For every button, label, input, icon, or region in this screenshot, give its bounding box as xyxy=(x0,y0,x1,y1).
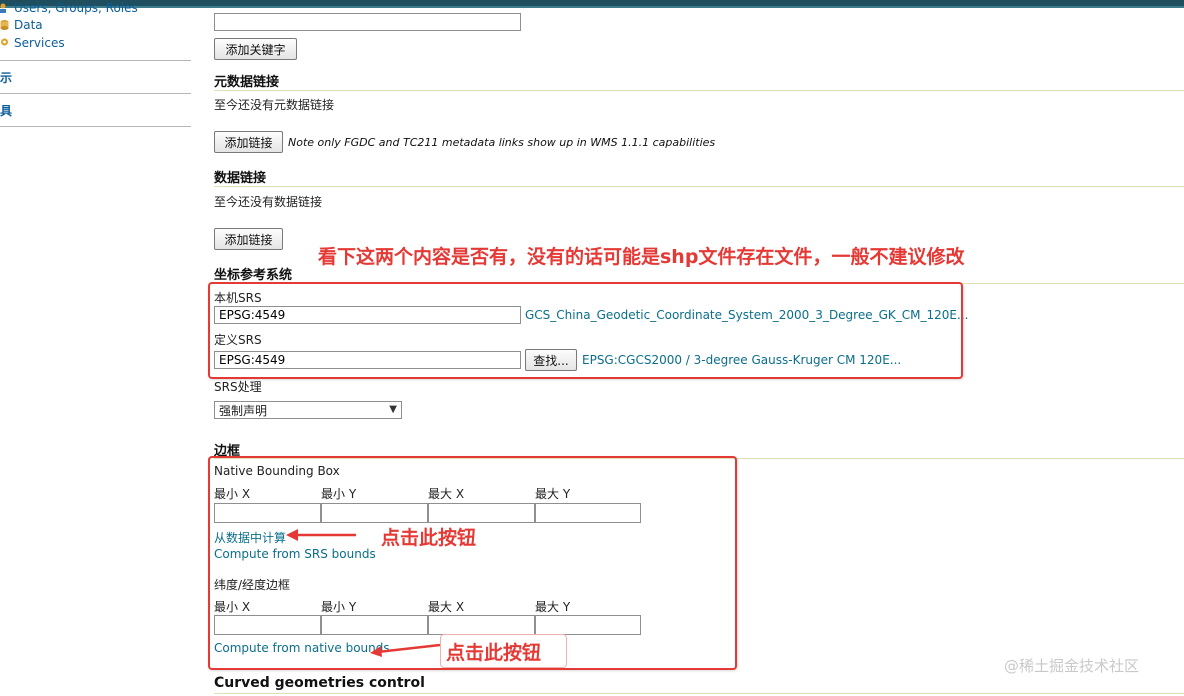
metadata-links-empty: 至今还没有元数据链接 xyxy=(214,98,335,112)
crs-highlight-box xyxy=(208,282,963,379)
section-divider xyxy=(214,693,1184,694)
srs-handling-label: SRS处理 xyxy=(214,380,262,394)
data-links-title: 数据链接 xyxy=(214,171,267,186)
metadata-links-note: Note only FGDC and TC211 metadata links … xyxy=(288,136,716,149)
keyword-input[interactable] xyxy=(214,13,521,31)
srs-handling-value: 强制声明 xyxy=(219,403,268,418)
arrow-left-icon xyxy=(286,529,356,541)
crs-title: 坐标参考系统 xyxy=(214,268,293,283)
arrow-left-icon xyxy=(370,643,441,657)
data-links-empty: 至今还没有数据链接 xyxy=(214,195,323,209)
add-data-link-button[interactable]: 添加链接 xyxy=(214,228,283,250)
section-divider xyxy=(214,186,1184,187)
curved-geometries-title: Curved geometries control xyxy=(214,675,425,691)
srs-handling-select[interactable]: 强制声明 ▼ xyxy=(214,401,402,419)
add-keyword-button[interactable]: 添加关键字 xyxy=(214,38,297,60)
add-metadata-link-button[interactable]: 添加链接 xyxy=(214,131,283,153)
click-annotation-2: 点击此按钮 xyxy=(446,642,542,664)
click-annotation-1: 点击此按钮 xyxy=(381,527,477,549)
watermark: @稀土掘金技术社区 xyxy=(1004,657,1140,675)
chevron-down-icon: ▼ xyxy=(389,404,397,415)
section-divider xyxy=(214,90,1184,91)
crs-annotation: 看下这两个内容是否有，没有的话可能是shp文件存在文件，一般不建议修改 xyxy=(318,246,965,268)
metadata-links-title: 元数据链接 xyxy=(214,75,280,90)
